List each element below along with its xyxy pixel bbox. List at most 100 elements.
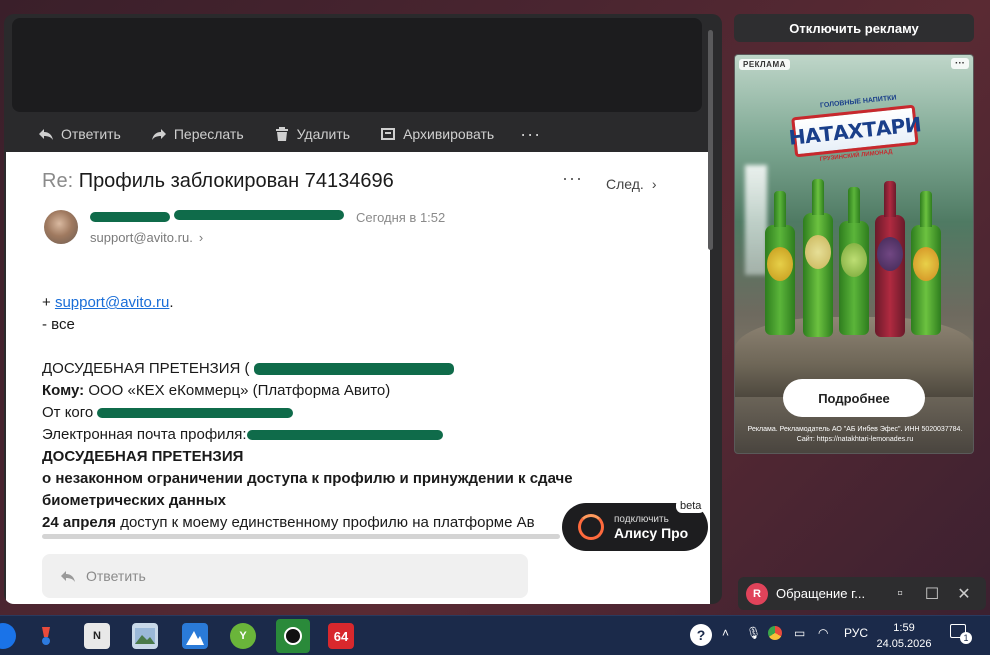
body-line: + support@avito.ru. bbox=[42, 292, 682, 314]
body-text: . bbox=[169, 294, 174, 311]
chrome-tray-icon[interactable] bbox=[768, 626, 782, 640]
ad-banner[interactable]: ГОЛОВНЫЕ НАПИТКИ НАТАХТАРИ ГРУЗИНСКИЙ ЛИ… bbox=[734, 54, 974, 454]
claim-title: ДОСУДЕБНАЯ ПРЕТЕНЗИЯ ( bbox=[42, 360, 250, 377]
message-toolbar: Ответить Переслать Удалить Архивировать … bbox=[4, 118, 714, 150]
brand-name: НАТАХТАРИ bbox=[788, 104, 922, 158]
wifi-icon[interactable]: ◠ bbox=[818, 626, 828, 640]
quick-reply-box[interactable]: Ответить bbox=[42, 554, 528, 598]
clock-date: 24.05.2026 bbox=[876, 638, 932, 650]
microphone-icon[interactable]: 🎙 bbox=[746, 626, 761, 640]
browser-icon[interactable] bbox=[0, 623, 16, 649]
body-line: Кому: ООО «КЕХ еКоммерц» (Платформа Авит… bbox=[42, 380, 682, 402]
brand-logo: ГОЛОВНЫЕ НАПИТКИ НАТАХТАРИ ГРУЗИНСКИЙ ЛИ… bbox=[788, 87, 923, 178]
taskbar: N Y 64 ? ˄ 🎙 ▭ ◠ РУС 1:59 24.05.2026 1 bbox=[0, 615, 990, 655]
next-message-link[interactable]: След. › bbox=[606, 176, 657, 192]
bottle-image bbox=[911, 191, 941, 335]
next-label: След. bbox=[606, 176, 644, 192]
message-date: Сегодня в 1:52 bbox=[356, 210, 446, 225]
bottle-image bbox=[875, 181, 905, 337]
reply-icon bbox=[61, 571, 75, 582]
obs-icon[interactable] bbox=[276, 619, 310, 653]
ad-label: РЕКЛАМА bbox=[739, 59, 790, 70]
forward-button-label: Переслать bbox=[173, 126, 244, 142]
alice-big-label: Алису Про bbox=[614, 524, 689, 541]
support-email-link[interactable]: support@avito.ru bbox=[55, 294, 169, 311]
body-subheading: о незаконном ограничении доступа к профи… bbox=[42, 470, 573, 487]
message-body: + support@avito.ru. - все ДОСУДЕБНАЯ ПРЕ… bbox=[42, 292, 682, 534]
redaction-scribble bbox=[246, 430, 443, 441]
reply-icon bbox=[39, 129, 53, 140]
quick-reply-placeholder: Ответить bbox=[86, 568, 146, 584]
email-label: Электронная почта профиля: bbox=[42, 426, 247, 443]
notification-count: 1 bbox=[960, 632, 972, 644]
language-indicator[interactable]: РУС bbox=[844, 626, 868, 640]
notifications-icon[interactable]: 1 bbox=[950, 624, 972, 644]
photos-icon[interactable] bbox=[182, 623, 208, 649]
sender-avatar[interactable] bbox=[44, 210, 78, 244]
redaction-scribble bbox=[253, 363, 454, 376]
mail-scrollbar[interactable] bbox=[706, 14, 714, 604]
archive-icon bbox=[381, 128, 396, 140]
ad-disclaimer: Реклама. Рекламодатель АО "АБ Инбев Эфес… bbox=[747, 426, 963, 443]
forward-icon bbox=[151, 129, 166, 140]
app-icon[interactable]: Y bbox=[230, 623, 256, 649]
alice-small-label: подключить bbox=[614, 513, 669, 525]
notepad-icon[interactable]: N bbox=[84, 623, 110, 649]
body-line: От кого bbox=[42, 402, 682, 424]
ad-menu-button[interactable]: ··· bbox=[951, 58, 969, 69]
close-icon[interactable]: ✕ bbox=[952, 584, 976, 604]
body-heading: ДОСУДЕБНАЯ ПРЕТЕНЗИЯ bbox=[42, 448, 244, 465]
reply-button[interactable]: Ответить bbox=[38, 126, 121, 142]
horizontal-scrollbar[interactable] bbox=[42, 534, 560, 539]
sender-name-redacted bbox=[90, 208, 370, 226]
forward-button[interactable]: Переслать bbox=[151, 126, 244, 142]
reply-button-label: Ответить bbox=[61, 126, 121, 142]
redaction-scribble bbox=[90, 212, 170, 222]
battery-icon[interactable]: ▭ bbox=[794, 626, 805, 640]
delete-button[interactable]: Удалить bbox=[274, 126, 350, 142]
bottle-image bbox=[765, 191, 795, 335]
subject-text: Профиль заблокирован 74134696 bbox=[78, 170, 394, 192]
chevron-up-icon[interactable]: ˄ bbox=[722, 626, 729, 640]
minimized-window-bar[interactable]: R Обращение г... ▫ ☐ ✕ bbox=[738, 577, 986, 610]
beta-badge: beta bbox=[676, 499, 706, 513]
subject-prefix: Re: bbox=[42, 170, 74, 192]
paint-icon[interactable] bbox=[34, 623, 60, 649]
body-text: доступ к моему единственному профилю на … bbox=[116, 514, 535, 531]
clock-time: 1:59 bbox=[893, 622, 915, 634]
to-label: Кому: bbox=[42, 382, 85, 399]
body-line: - все bbox=[42, 316, 75, 333]
redaction-scribble bbox=[174, 210, 344, 220]
body-line: Электронная почта профиля: bbox=[42, 424, 682, 446]
toolbar-more-button[interactable]: ··· bbox=[520, 124, 541, 145]
window-avatar: R bbox=[746, 582, 768, 605]
to-value: ООО «КЕХ еКоммерц» (Платформа Авито) bbox=[84, 382, 391, 399]
sender-email[interactable]: support@avito.ru. › bbox=[90, 230, 203, 245]
sender-email-text: support@avito.ru. bbox=[90, 230, 193, 245]
message-more-button[interactable]: ··· bbox=[562, 168, 583, 189]
window-title: Обращение г... bbox=[776, 586, 866, 601]
waterfall-image bbox=[745, 165, 767, 275]
alice-icon bbox=[578, 514, 604, 540]
archive-button[interactable]: Архивировать bbox=[380, 126, 494, 142]
body-text: + bbox=[42, 294, 55, 311]
chevron-right-icon: › bbox=[651, 176, 657, 192]
app-64-icon[interactable]: 64 bbox=[328, 623, 354, 649]
restore-icon[interactable]: ▫ bbox=[888, 585, 912, 603]
clock[interactable]: 1:59 24.05.2026 bbox=[872, 620, 936, 652]
image-viewer-icon[interactable] bbox=[132, 623, 158, 649]
trash-icon bbox=[275, 127, 288, 141]
bottle-image bbox=[839, 187, 869, 335]
mail-scrollbar-thumb[interactable] bbox=[708, 30, 713, 250]
help-icon[interactable]: ? bbox=[690, 624, 712, 646]
archive-button-label: Архивировать bbox=[403, 126, 495, 142]
ad-more-button[interactable]: Подробнее bbox=[783, 379, 925, 417]
redaction-scribble bbox=[97, 408, 294, 419]
maximize-icon[interactable]: ☐ bbox=[920, 584, 944, 604]
bottle-image bbox=[803, 179, 833, 337]
message-subject: Re: Профиль заблокирован 74134696 bbox=[42, 170, 394, 193]
body-date: 24 апреля bbox=[42, 514, 117, 531]
body-line: ДОСУДЕБНАЯ ПРЕТЕНЗИЯ ( bbox=[42, 358, 682, 380]
from-label: От кого bbox=[42, 404, 94, 421]
disable-ads-button[interactable]: Отключить рекламу bbox=[734, 14, 974, 42]
